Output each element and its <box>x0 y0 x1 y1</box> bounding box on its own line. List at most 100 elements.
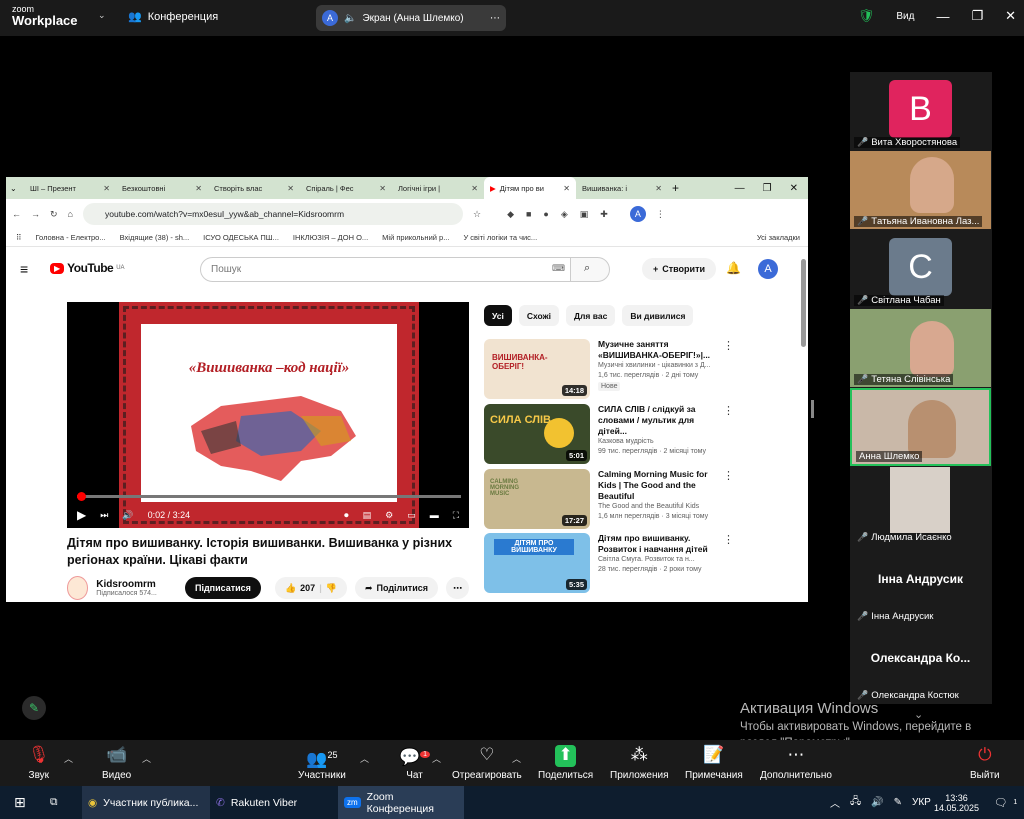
youtube-logo[interactable]: ▶ YouTube UA <box>50 261 125 275</box>
close-icon[interactable]: ✕ <box>1005 8 1016 24</box>
fullscreen-icon[interactable]: ⛶ <box>453 510 459 521</box>
participants-button[interactable]: 👥25 Участники <box>298 745 346 781</box>
notifications-bell-icon[interactable]: 🔔 <box>726 261 741 275</box>
subscribe-button[interactable]: Підписатися <box>184 577 261 599</box>
close-icon[interactable]: ✕ <box>563 184 570 193</box>
browser-tab[interactable]: Безкоштовні ✕ <box>116 179 208 197</box>
maximize-icon[interactable]: ❐ <box>763 183 772 194</box>
play-icon[interactable]: ▶ <box>77 508 86 522</box>
youtube-avatar[interactable]: A <box>758 259 778 279</box>
apps-grid-icon[interactable]: ⠿ <box>16 233 22 242</box>
browser-tab[interactable]: Створіть влас ✕ <box>208 179 300 197</box>
page-scrollbar[interactable] <box>801 259 806 347</box>
recommendation-item[interactable]: CALMING MORNING MUSIC 17:27 Calming Morni… <box>484 469 734 529</box>
search-input[interactable]: Пошук <box>200 257 600 282</box>
shield-check-icon[interactable]: 🛡 <box>858 8 875 24</box>
browser-tab-active[interactable]: ▶ Дітям про ви ✕ <box>484 177 576 199</box>
volume-icon[interactable]: 🔊 <box>871 797 883 808</box>
participant-tile-active-speaker[interactable]: Анна Шлемко <box>850 388 991 466</box>
minimize-icon[interactable]: — <box>936 9 949 24</box>
progress-scrubber[interactable] <box>77 492 86 501</box>
participant-tile[interactable]: 🎤 Тaтьяна Ивановна Лаз... <box>850 151 991 229</box>
video-progress-bar[interactable] <box>77 492 461 501</box>
channel-name[interactable]: Kidsroomrm <box>96 579 177 590</box>
close-icon[interactable]: ✕ <box>287 184 294 193</box>
bookmark-item[interactable]: У світі логіки та чис... <box>463 233 537 242</box>
chevron-down-icon[interactable]: ⌄ <box>98 10 106 21</box>
splitter-handle[interactable] <box>811 400 814 418</box>
subtitles-icon[interactable]: ▤ <box>363 510 372 521</box>
new-tab-icon[interactable]: + <box>672 181 679 195</box>
close-icon[interactable]: ✕ <box>103 184 110 193</box>
miniplayer-icon[interactable]: ▭ <box>407 510 416 521</box>
bookmark-star-icon[interactable]: ☆ <box>473 209 481 220</box>
back-icon[interactable]: ← <box>12 209 21 219</box>
close-icon[interactable]: ✕ <box>195 184 202 193</box>
next-icon[interactable]: ⏭ <box>100 510 108 521</box>
settings-gear-icon[interactable]: ⚙ <box>385 510 393 521</box>
url-field[interactable]: youtube.com/watch?v=mx0esuI_yyw&ab_chann… <box>82 203 463 225</box>
profile-avatar[interactable]: A <box>629 206 646 222</box>
meeting-menu[interactable]: 👥 Конференция <box>128 10 218 24</box>
clock[interactable]: 13:36 14.05.2025 <box>928 786 985 819</box>
more-actions-icon[interactable]: ⋯ <box>446 577 469 599</box>
volume-icon[interactable]: 🔊 <box>122 510 133 521</box>
audio-button[interactable]: 🎙 Звук <box>28 745 50 781</box>
tray-chevron-icon[interactable]: ︿ <box>830 795 840 810</box>
like-button[interactable]: 👍 207 | 👎 <box>274 577 347 599</box>
kebab-menu-icon[interactable]: ⋮ <box>723 339 734 399</box>
close-icon[interactable]: ✕ <box>379 184 386 193</box>
taskbar-chrome[interactable]: ◉ Участник публика... <box>82 786 210 819</box>
browser-tab[interactable]: Вишиванка: і ✕ <box>576 179 668 197</box>
share-screen-button[interactable]: ⬆ Поделиться <box>538 745 593 781</box>
pen-icon[interactable]: ✎ <box>894 797 902 808</box>
puzzle-icon[interactable]: ✚ <box>600 209 608 220</box>
home-icon[interactable]: ⌂ <box>68 209 73 219</box>
participant-tile[interactable]: B 🎤 Вита Хворостянова <box>850 72 991 150</box>
apps-button[interactable]: ⁂ Приложения <box>610 745 669 781</box>
chip-watched[interactable]: Ви дивилися <box>622 305 694 326</box>
participant-tile[interactable]: 🎤 Людмила Исаєнко <box>850 467 991 545</box>
recommendation-item[interactable]: ДІТЯМ ПРО ВИШИВАНКУ 5:35 Дітям про вишива… <box>484 533 734 593</box>
windows-start-icon[interactable]: ⊞ <box>8 786 32 819</box>
more-icon[interactable]: ⋯ <box>490 13 500 24</box>
network-icon[interactable]: 🖧 <box>850 794 861 811</box>
chat-caret-icon[interactable]: ︿ <box>432 752 441 765</box>
taskbar-zoom[interactable]: zm Zoom Конференция <box>338 786 464 819</box>
leave-button[interactable]: ⏻ Выйти <box>970 745 1000 781</box>
recommendation-item[interactable]: СИЛА СЛІВ 5:01 СИЛА СЛІВ / слідкуй за сло… <box>484 404 734 464</box>
video-options-caret-icon[interactable]: ︿ <box>142 752 151 765</box>
forward-icon[interactable]: → <box>31 209 40 219</box>
extension-icon[interactable]: ■ <box>526 209 531 220</box>
video-player[interactable]: «Вишиванка –код нації» ▶ ⏭ 🔊 0:02 / 3:24… <box>67 302 469 528</box>
screen-share-indicator[interactable]: A 🔈 Экран (Анна Шлемко) ⋯ <box>316 5 506 31</box>
bookmark-item[interactable]: Вхідящие (38) - sh... <box>120 233 190 242</box>
all-bookmarks[interactable]: Усі закладки <box>757 233 808 242</box>
browser-tab[interactable]: ШІ – Презент ✕ <box>24 179 116 197</box>
kebab-menu-icon[interactable]: ⋮ <box>656 209 665 220</box>
taskbar-viber[interactable]: ✆ Rakuten Viber <box>210 786 338 819</box>
recommendation-item[interactable]: ВИШИВАНКА-ОБЕРІГ! 14:18 Музичне заняття «… <box>484 339 734 399</box>
reload-icon[interactable]: ↻ <box>50 209 58 220</box>
extension-icon[interactable]: ◈ <box>561 209 568 220</box>
participant-tile[interactable]: Олександра Ко... 🎤 Олександра Костюк <box>850 625 991 703</box>
kebab-menu-icon[interactable]: ⋮ <box>723 404 734 464</box>
thumbs-down-icon[interactable]: 👎 <box>326 583 337 594</box>
extension-icon[interactable]: ● <box>543 209 548 220</box>
minimize-icon[interactable]: — <box>735 183 745 194</box>
chip-related[interactable]: Схожі <box>518 305 559 326</box>
bookmark-item[interactable]: ІНКЛЮЗІЯ – ДОН О... <box>293 233 368 242</box>
participant-tile[interactable]: Інна Андрусик 🎤 Інна Андрусик <box>850 546 991 624</box>
video-button[interactable]: 📹 Видео <box>102 745 131 781</box>
chat-button[interactable]: 💬 1 Чат <box>399 745 431 781</box>
react-caret-icon[interactable]: ︿ <box>512 752 521 765</box>
participants-caret-icon[interactable]: ︿ <box>360 752 369 765</box>
create-button[interactable]: + Створити <box>642 258 716 280</box>
channel-avatar[interactable] <box>67 576 89 600</box>
audio-options-caret-icon[interactable]: ︿ <box>64 752 73 765</box>
hamburger-menu-icon[interactable]: ≡ <box>20 261 28 277</box>
keyboard-icon[interactable]: ⌨ <box>552 263 565 274</box>
tab-search-icon[interactable]: ⌄ <box>10 184 24 193</box>
close-icon[interactable]: ✕ <box>655 184 662 193</box>
annotate-pencil-icon[interactable]: ✎ <box>22 696 46 720</box>
